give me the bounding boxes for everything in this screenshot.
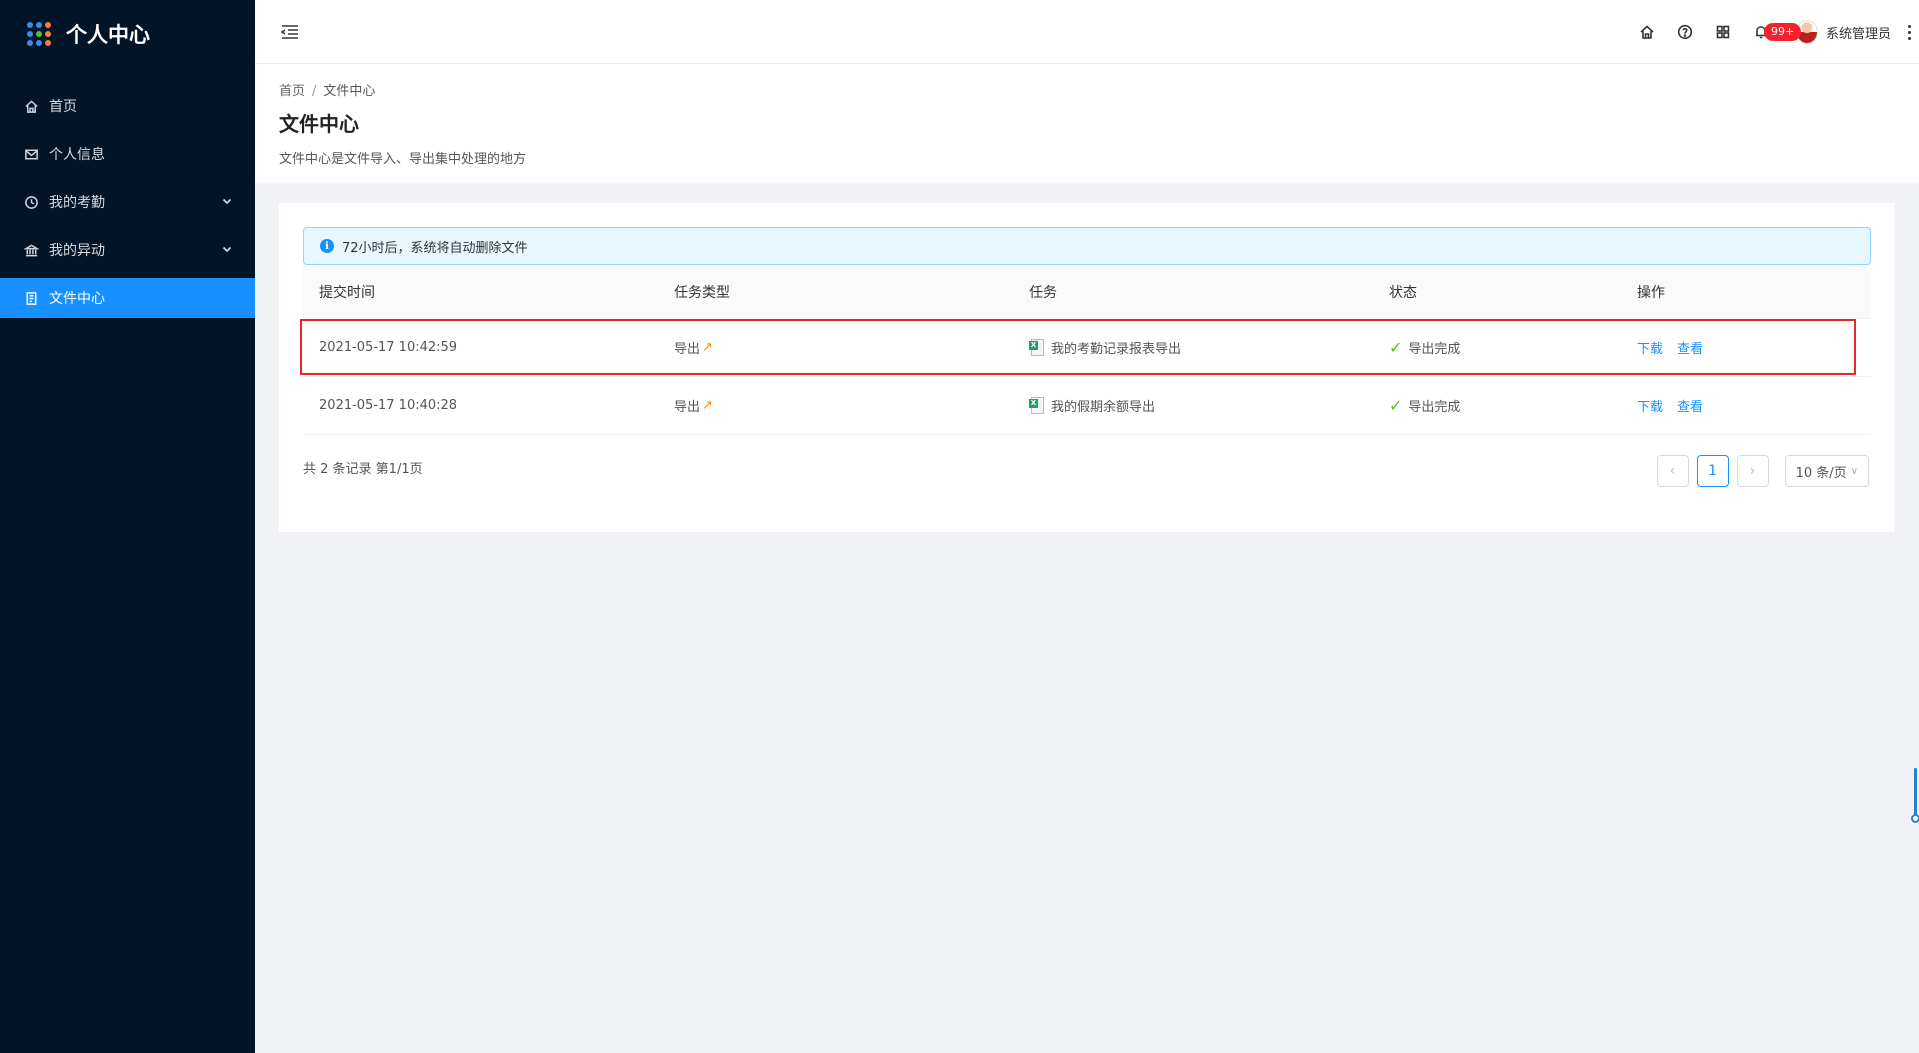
file-list-card: i 72小时后，系统将自动删除文件 提交时间 任务类型 任务 状态 操作 202… (279, 203, 1895, 532)
home-icon[interactable] (1628, 13, 1666, 51)
status-text: 导出完成 (1408, 342, 1461, 357)
page-header: 首页 / 文件中心 文件中心 文件中心是文件导入、导出集中处理的地方 (255, 64, 1919, 183)
table-header: 提交时间 任务类型 任务 状态 操作 (303, 265, 1871, 319)
prev-page-button[interactable]: ‹ (1656, 455, 1689, 487)
page-title: 文件中心 (279, 112, 359, 136)
info-icon: i (320, 239, 334, 253)
sidebar-item-label: 文件中心 (49, 291, 105, 307)
file-icon (23, 290, 39, 306)
task: X 我的考勤记录报表导出 (1013, 338, 1373, 357)
download-link[interactable]: 下载 (1637, 338, 1663, 357)
sidebar-item-label: 首页 (49, 99, 77, 115)
task-type-label: 导出 (674, 400, 701, 415)
chevron-down-icon: ∨ (1850, 465, 1858, 477)
user-menu[interactable]: 系统管理员 (1795, 20, 1891, 44)
sidebar-menu: 首页 个人信息 我的考勤 我的异动 文件中心 (0, 86, 255, 318)
table-row: 2021-05-17 10:42:59 导出 ↗ X 我的考勤记录报表导出 ✓ 导出完… (300, 319, 1871, 377)
brand: 个人中心 (0, 0, 255, 68)
scroll-handle[interactable] (1911, 768, 1919, 824)
check-icon: ✓ (1389, 396, 1403, 415)
file-table: 提交时间 任务类型 任务 状态 操作 2021-05-17 10:42:59 导… (300, 265, 1871, 435)
actions: 下载 查看 (1621, 338, 1871, 357)
column-header: 任务 (1029, 284, 1057, 301)
menu-collapse-icon[interactable] (279, 22, 301, 42)
clock-icon (23, 194, 39, 210)
breadcrumb-separator: / (312, 84, 317, 99)
apps-grid-icon[interactable] (27, 22, 51, 46)
column-header: 状态 (1389, 284, 1417, 301)
status: ✓ 导出完成 (1373, 338, 1621, 357)
table-row: 2021-05-17 10:40:28 导出 ↗ X 我的假期余额导出 ✓ 导出完成 … (303, 377, 1871, 435)
more-vertical-icon[interactable] (1901, 24, 1917, 40)
alert-text: 72小时后，系统将自动删除文件 (342, 240, 528, 256)
sidebar-item-changes[interactable]: 我的异动 (0, 230, 255, 270)
excel-file-icon: X (1029, 338, 1045, 357)
column-header: 提交时间 (319, 284, 375, 301)
chevron-down-icon (221, 195, 235, 209)
task-type: 导出 ↗ (658, 338, 1013, 357)
page-number-button[interactable]: 1 (1696, 455, 1729, 487)
header-actions: 99+ 系统管理员 (1628, 0, 1919, 64)
page-description: 文件中心是文件导入、导出集中处理的地方 (279, 152, 527, 167)
sidebar-item-home[interactable]: 首页 (0, 86, 255, 126)
total-records: 共 2 条记录 第1/1页 (303, 462, 423, 477)
page-size-select[interactable]: 10 条/页 ∨ (1784, 455, 1869, 487)
status-text: 导出完成 (1408, 400, 1461, 415)
notification-badge: 99+ (1763, 23, 1802, 41)
apps-icon[interactable] (1704, 13, 1742, 51)
column-header: 任务类型 (674, 284, 730, 301)
sidebar-item-label: 我的考勤 (49, 195, 105, 211)
sidebar-item-attendance[interactable]: 我的考勤 (0, 182, 255, 222)
task-name: 我的考勤记录报表导出 (1051, 342, 1182, 357)
sidebar-item-label: 我的异动 (49, 243, 105, 259)
submit-time: 2021-05-17 10:40:28 (319, 398, 458, 413)
arrow-up-right-icon: ↗ (702, 340, 713, 355)
chevron-right-icon: › (1749, 463, 1756, 479)
view-link[interactable]: 查看 (1677, 338, 1703, 357)
sidebar-item-label: 个人信息 (49, 147, 105, 163)
task-type: 导出 ↗ (658, 396, 1013, 415)
submit-time: 2021-05-17 10:42:59 (319, 340, 458, 355)
breadcrumb: 首页 / 文件中心 (279, 80, 375, 99)
app-title: 个人中心 (66, 23, 150, 47)
status: ✓ 导出完成 (1373, 396, 1621, 415)
task: X 我的假期余额导出 (1013, 396, 1373, 415)
home-icon (23, 98, 39, 114)
sidebar-item-profile[interactable]: 个人信息 (0, 134, 255, 174)
breadcrumb-home[interactable]: 首页 (279, 84, 305, 99)
chevron-left-icon: ‹ (1669, 463, 1676, 479)
sidebar-item-file-center[interactable]: 文件中心 (0, 278, 255, 318)
bank-icon (23, 242, 39, 258)
download-link[interactable]: 下载 (1637, 396, 1663, 415)
column-header: 操作 (1637, 284, 1665, 301)
page-size-value: 10 条/页 (1795, 465, 1847, 481)
bell-icon[interactable]: 99+ (1742, 13, 1802, 51)
chevron-down-icon (221, 243, 235, 257)
pagination: ‹ 1 › 10 条/页 ∨ (1649, 455, 1869, 487)
excel-file-icon: X (1029, 396, 1045, 415)
task-name: 我的假期余额导出 (1051, 400, 1156, 415)
info-alert: i 72小时后，系统将自动删除文件 (303, 227, 1871, 265)
view-link[interactable]: 查看 (1677, 396, 1703, 415)
mail-icon (23, 146, 39, 162)
user-name: 系统管理员 (1825, 26, 1891, 42)
next-page-button[interactable]: › (1736, 455, 1769, 487)
top-header: 99+ 系统管理员 (255, 0, 1919, 64)
breadcrumb-current: 文件中心 (323, 84, 376, 99)
actions: 下载 查看 (1621, 396, 1871, 415)
task-type-label: 导出 (674, 342, 701, 357)
arrow-up-right-icon: ↗ (702, 398, 713, 413)
check-icon: ✓ (1389, 338, 1403, 357)
sidebar: 个人中心 首页 个人信息 我的考勤 我的异动 文件中心 (0, 0, 255, 1053)
help-icon[interactable] (1666, 13, 1704, 51)
